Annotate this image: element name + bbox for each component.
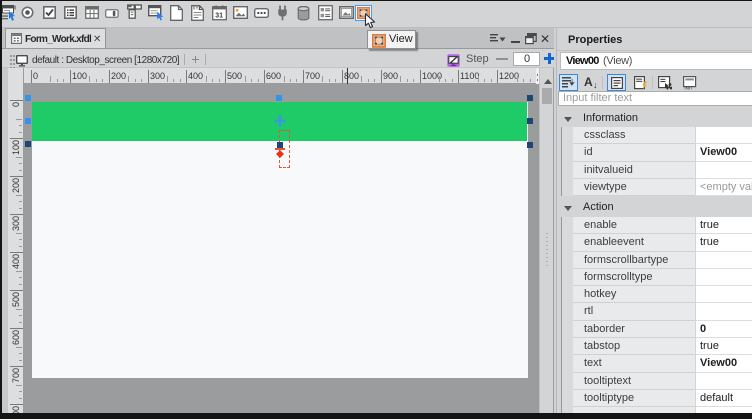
svg-text:XYZ: XYZ xyxy=(193,6,202,11)
svg-text:31: 31 xyxy=(215,12,223,19)
svg-text:INIT: INIT xyxy=(684,86,693,90)
